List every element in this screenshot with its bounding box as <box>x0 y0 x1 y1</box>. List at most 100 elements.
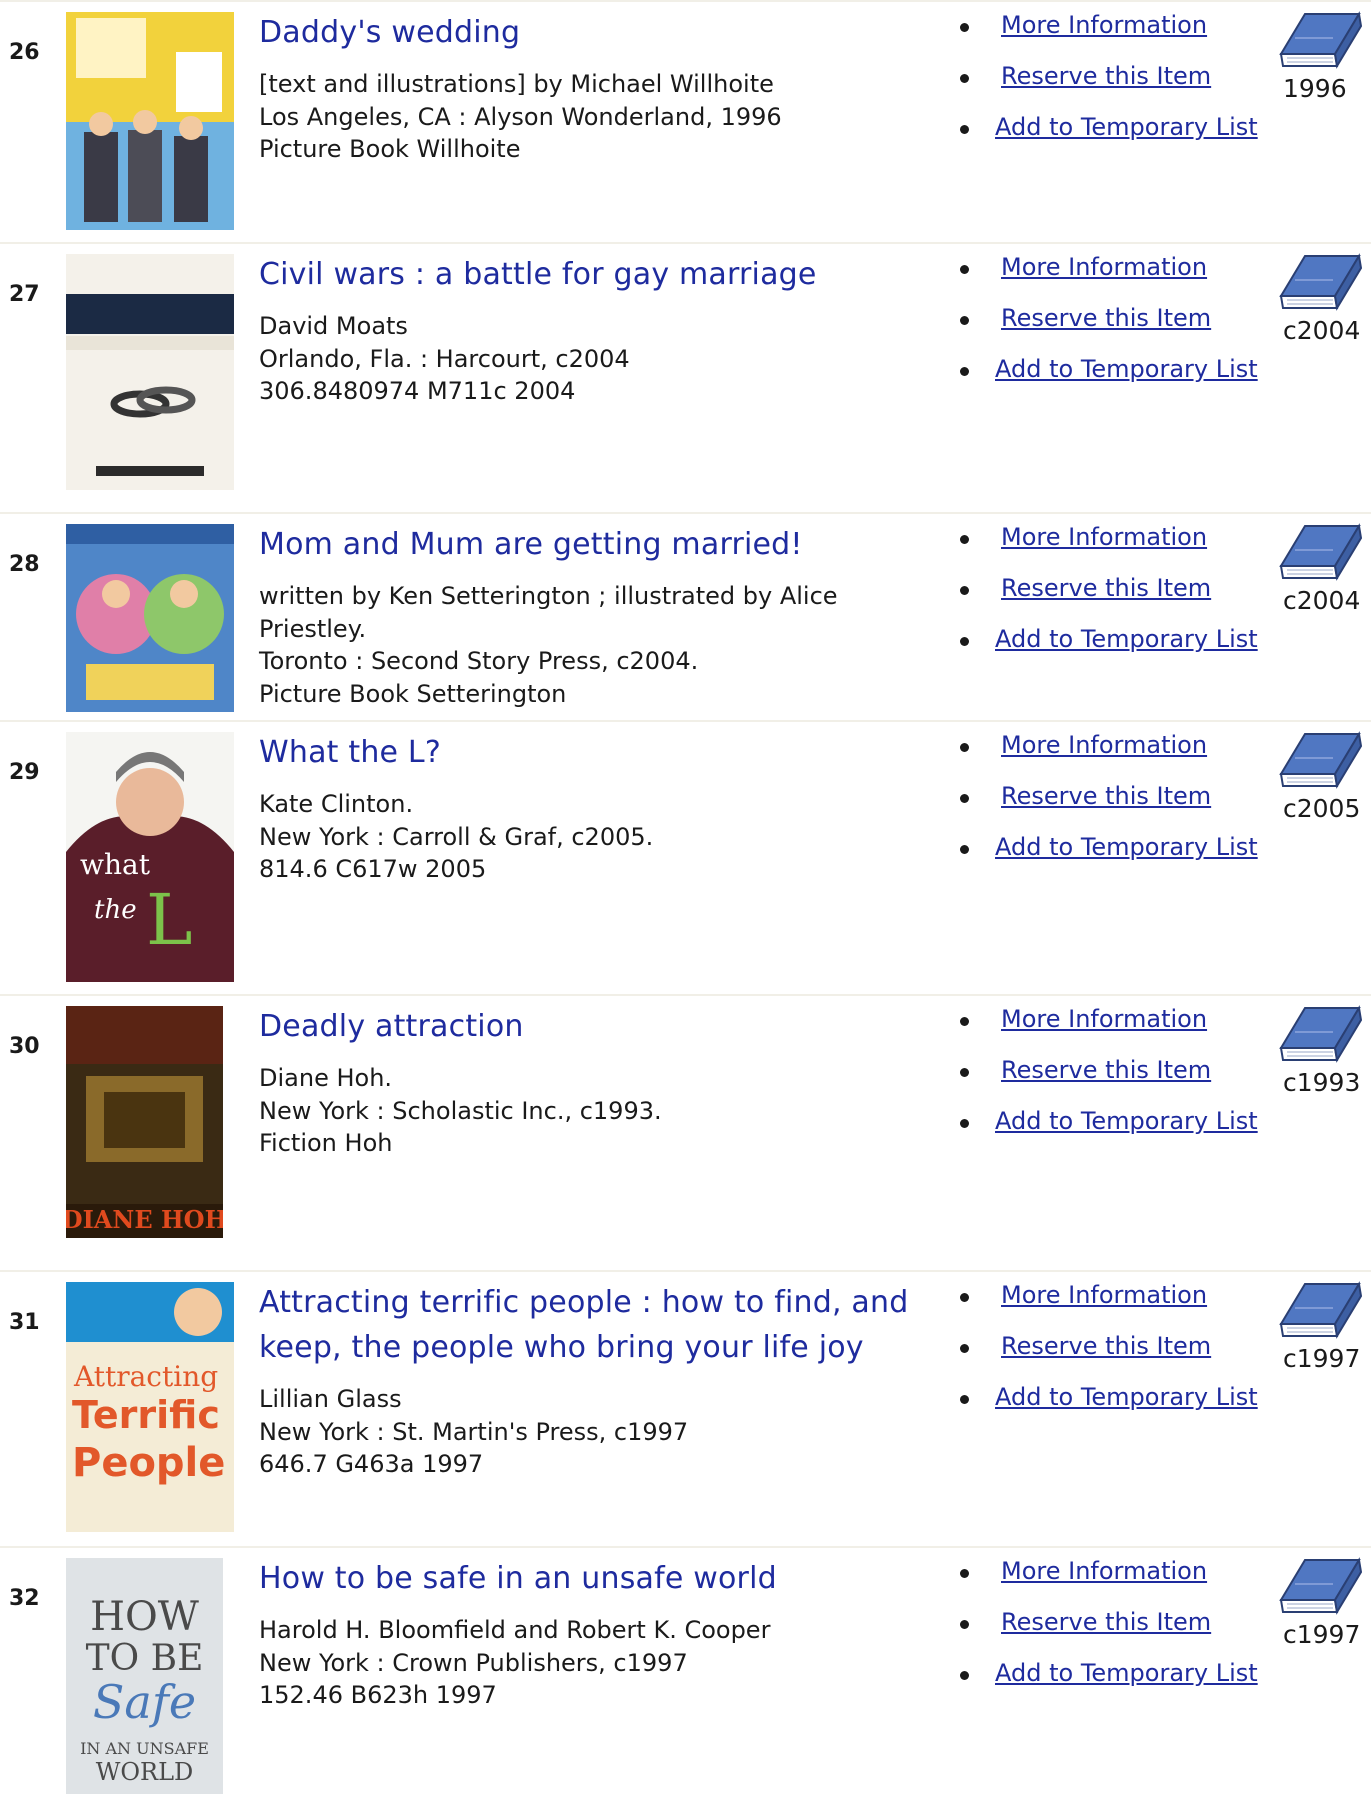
format-indicator: c1997 <box>1275 1554 1371 1649</box>
action-item: Add to Temporary List <box>960 1656 1290 1704</box>
reserve-item-link[interactable]: Reserve this Item <box>1001 571 1211 605</box>
result-title-link[interactable]: Civil wars : a battle for gay marriage <box>259 252 931 297</box>
add-to-temporary-list-link[interactable]: Add to Temporary List <box>995 110 1258 144</box>
format-indicator: 1996 <box>1275 8 1371 103</box>
reserve-item-link[interactable]: Reserve this Item <box>1001 301 1211 335</box>
bullet-dot <box>960 794 969 803</box>
format-year: 1996 <box>1283 74 1347 103</box>
more-information-link[interactable]: More Information <box>1001 8 1207 42</box>
result-number: 31 <box>9 1310 40 1335</box>
bullet-dot <box>960 1395 969 1404</box>
svg-text:the: the <box>94 895 137 925</box>
action-item: More Information <box>960 1002 1290 1053</box>
bullet-dot <box>960 535 969 544</box>
result-meta: Harold H. Bloomfield and Robert K. Coope… <box>259 1614 931 1712</box>
result-row: 32 HOW TO BE Safe IN AN UNSAFE WORLD How to be… <box>0 1546 1371 1802</box>
book-cover-image[interactable]: Attracting Terrific People <box>66 1282 234 1532</box>
reserve-item-link[interactable]: Reserve this Item <box>1001 1605 1211 1639</box>
result-row: 27 Civil wars : a battle for gay marriage… <box>0 242 1371 514</box>
more-information-link[interactable]: More Information <box>1001 1554 1207 1588</box>
result-meta-line: written by Ken Setterington ; illustrate… <box>259 582 838 643</box>
result-meta: Kate Clinton. New York : Carroll & Graf, … <box>259 788 931 886</box>
more-information-link[interactable]: More Information <box>1001 250 1207 284</box>
more-information-link[interactable]: More Information <box>1001 1002 1207 1036</box>
add-to-temporary-list-link[interactable]: Add to Temporary List <box>995 1656 1258 1690</box>
book-cover-image[interactable]: HOW TO BE Safe IN AN UNSAFE WORLD <box>66 1558 223 1794</box>
action-item: More Information <box>960 8 1290 59</box>
svg-text:People: People <box>72 1440 225 1486</box>
bullet-dot <box>960 23 969 32</box>
result-number: 26 <box>9 40 40 65</box>
result-meta-line: 814.6 C617w 2005 <box>259 855 487 883</box>
book-cover-image[interactable] <box>66 12 234 230</box>
add-to-temporary-list-link[interactable]: Add to Temporary List <box>995 1104 1258 1138</box>
bullet-dot <box>960 74 969 83</box>
result-actions: More Information Reserve this Item Add to … <box>960 1278 1290 1428</box>
reserve-item-link[interactable]: Reserve this Item <box>1001 59 1211 93</box>
format-indicator: c2004 <box>1275 250 1371 345</box>
result-title-link[interactable]: What the L? <box>259 730 931 775</box>
result-meta-line: 646.7 G463a 1997 <box>259 1450 484 1478</box>
svg-text:HOW: HOW <box>90 1594 199 1640</box>
result-meta-line: 306.8480974 M711c 2004 <box>259 377 576 405</box>
result-title-link[interactable]: Deadly attraction <box>259 1004 931 1049</box>
result-title-link[interactable]: How to be safe in an unsafe world <box>259 1556 931 1601</box>
reserve-item-link[interactable]: Reserve this Item <box>1001 779 1211 813</box>
bullet-dot <box>960 845 969 854</box>
result-meta: David Moats Orlando, Fla. : Harcourt, c20… <box>259 310 931 408</box>
bullet-dot <box>960 743 969 752</box>
result-meta-line: Toronto : Second Story Press, c2004. <box>259 647 699 675</box>
book-cover-image[interactable]: DIANE HOH <box>66 1006 223 1238</box>
format-year: c2004 <box>1283 586 1361 615</box>
result-meta-line: [text and illustrations] by Michael Will… <box>259 70 774 98</box>
result-title-link[interactable]: Attracting terrific people : how to find… <box>259 1280 931 1370</box>
result-row: 30 DIANE HOH Deadly attraction Diane Hoh. Ne… <box>0 994 1371 1272</box>
result-meta-line: Kate Clinton. <box>259 790 414 818</box>
result-actions: More Information Reserve this Item Add to … <box>960 520 1290 670</box>
svg-text:DIANE HOH: DIANE HOH <box>66 1205 223 1234</box>
result-actions: More Information Reserve this Item Add to … <box>960 8 1290 158</box>
result-number: 32 <box>9 1586 40 1611</box>
bullet-dot <box>960 1620 969 1629</box>
more-information-link[interactable]: More Information <box>1001 1278 1207 1312</box>
bullet-dot <box>960 1017 969 1026</box>
svg-text:IN AN UNSAFE: IN AN UNSAFE <box>80 1739 209 1758</box>
result-meta-line: Harold H. Bloomfield and Robert K. Coope… <box>259 1616 771 1644</box>
result-meta: written by Ken Setterington ; illustrate… <box>259 580 931 710</box>
result-meta-line: Los Angeles, CA : Alyson Wonderland, 199… <box>259 102 782 131</box>
action-item: Add to Temporary List <box>960 830 1290 878</box>
reserve-item-link[interactable]: Reserve this Item <box>1001 1053 1211 1087</box>
book-cover-image[interactable] <box>66 254 234 490</box>
more-information-link[interactable]: More Information <box>1001 728 1207 762</box>
add-to-temporary-list-link[interactable]: Add to Temporary List <box>995 830 1258 864</box>
result-info: How to be safe in an unsafe world Harold … <box>259 1556 931 1712</box>
result-info: Deadly attraction Diane Hoh. New York : Sc… <box>259 1004 931 1160</box>
format-indicator: c1993 <box>1275 1002 1371 1097</box>
action-item: Reserve this Item <box>960 1605 1290 1656</box>
add-to-temporary-list-link[interactable]: Add to Temporary List <box>995 622 1258 656</box>
action-item: Reserve this Item <box>960 779 1290 830</box>
action-item: More Information <box>960 728 1290 779</box>
bullet-dot <box>960 586 969 595</box>
result-meta: Diane Hoh. New York : Scholastic Inc., c1… <box>259 1062 931 1160</box>
add-to-temporary-list-link[interactable]: Add to Temporary List <box>995 1380 1258 1414</box>
result-meta-line: Picture Book Willhoite <box>259 135 521 163</box>
bullet-dot <box>960 1671 969 1680</box>
action-item: Reserve this Item <box>960 1053 1290 1104</box>
format-year: c2004 <box>1283 316 1361 345</box>
result-title-link[interactable]: Daddy's wedding <box>259 10 931 55</box>
format-year: c1993 <box>1283 1068 1361 1097</box>
add-to-temporary-list-link[interactable]: Add to Temporary List <box>995 352 1258 386</box>
book-cover-image[interactable]: what the L <box>66 732 234 982</box>
bullet-dot <box>960 265 969 274</box>
format-year: c1997 <box>1283 1620 1361 1649</box>
action-item: Add to Temporary List <box>960 352 1290 400</box>
format-indicator: c2004 <box>1275 520 1371 615</box>
result-actions: More Information Reserve this Item Add to … <box>960 250 1290 400</box>
result-meta: Lillian Glass New York : St. Martin's Pre… <box>259 1383 931 1481</box>
more-information-link[interactable]: More Information <box>1001 520 1207 554</box>
reserve-item-link[interactable]: Reserve this Item <box>1001 1329 1211 1363</box>
bullet-dot <box>960 367 969 376</box>
result-title-link[interactable]: Mom and Mum are getting married! <box>259 522 931 567</box>
book-cover-image[interactable] <box>66 524 234 712</box>
